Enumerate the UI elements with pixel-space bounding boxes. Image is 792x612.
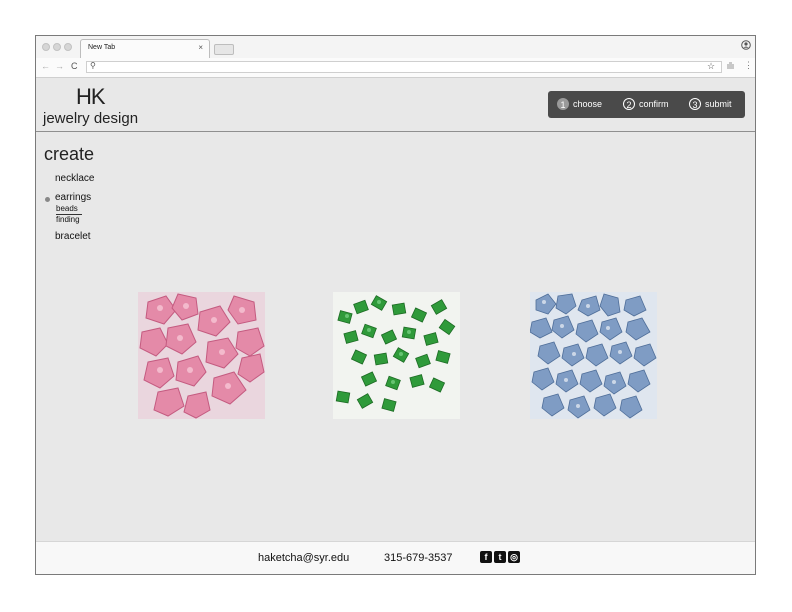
- close-window-button[interactable]: [42, 43, 50, 51]
- twitter-icon[interactable]: t: [494, 551, 506, 563]
- step-number: 1: [557, 98, 569, 110]
- browser-menu-icon[interactable]: ⋮: [744, 60, 753, 71]
- nav-item-earrings[interactable]: earrings: [55, 192, 91, 203]
- step-choose[interactable]: 1 choose: [557, 98, 602, 112]
- active-bullet: [45, 197, 50, 202]
- contact-phone: 315-679-3537: [384, 552, 453, 564]
- forward-icon[interactable]: →: [55, 61, 64, 71]
- search-icon: ⚲: [90, 61, 96, 70]
- site-footer: haketcha@syr.edu 315-679-3537 f t ◎: [36, 541, 755, 574]
- tab-title: New Tab: [88, 44, 116, 51]
- step-label: submit: [705, 99, 732, 109]
- step-submit[interactable]: 3 submit: [689, 98, 732, 112]
- new-tab-button[interactable]: [214, 44, 234, 55]
- back-icon[interactable]: ←: [41, 61, 50, 71]
- logo-mark[interactable]: HK: [76, 84, 106, 110]
- tab-close-icon[interactable]: ×: [198, 43, 203, 52]
- step-number: 3: [689, 98, 701, 110]
- contact-email[interactable]: haketcha@syr.edu: [258, 552, 349, 564]
- tab-strip: New Tab ×: [36, 36, 755, 59]
- step-number: 2: [623, 98, 635, 110]
- nav-item-bracelet[interactable]: bracelet: [55, 231, 91, 242]
- address-bar[interactable]: ⚲: [86, 61, 722, 73]
- step-confirm[interactable]: 2 confirm: [623, 98, 669, 112]
- extension-icon[interactable]: [726, 61, 735, 72]
- blue-crystal-beads-image[interactable]: [530, 292, 657, 419]
- site-header: HK jewelry design 1 choose 2 confirm 3 subm…: [36, 78, 755, 132]
- reload-icon[interactable]: C: [71, 61, 78, 71]
- browser-window: New Tab × ← → C ⚲ ☆ ⋮ HK jewelry design …: [35, 35, 756, 575]
- logo-text[interactable]: jewelry design: [43, 110, 138, 127]
- pink-crystal-beads-image[interactable]: [138, 292, 265, 419]
- green-glass-beads-image[interactable]: [333, 292, 460, 419]
- sub-item-beads[interactable]: beads: [56, 204, 78, 213]
- sub-item-finding[interactable]: finding: [56, 215, 80, 224]
- browser-tab[interactable]: New Tab ×: [80, 39, 210, 58]
- maximize-window-button[interactable]: [64, 43, 72, 51]
- instagram-icon[interactable]: ◎: [508, 551, 520, 563]
- progress-steps: 1 choose 2 confirm 3 submit: [548, 91, 745, 118]
- bookmark-star-icon[interactable]: ☆: [707, 61, 715, 72]
- minimize-window-button[interactable]: [53, 43, 61, 51]
- step-label: choose: [573, 99, 603, 109]
- nav-item-necklace[interactable]: necklace: [55, 173, 94, 184]
- browser-toolbar: ← → C ⚲ ☆ ⋮: [36, 58, 755, 78]
- page-title: create: [44, 144, 95, 164]
- step-label: confirm: [639, 99, 669, 109]
- facebook-icon[interactable]: f: [480, 551, 492, 563]
- profile-icon[interactable]: [741, 40, 751, 53]
